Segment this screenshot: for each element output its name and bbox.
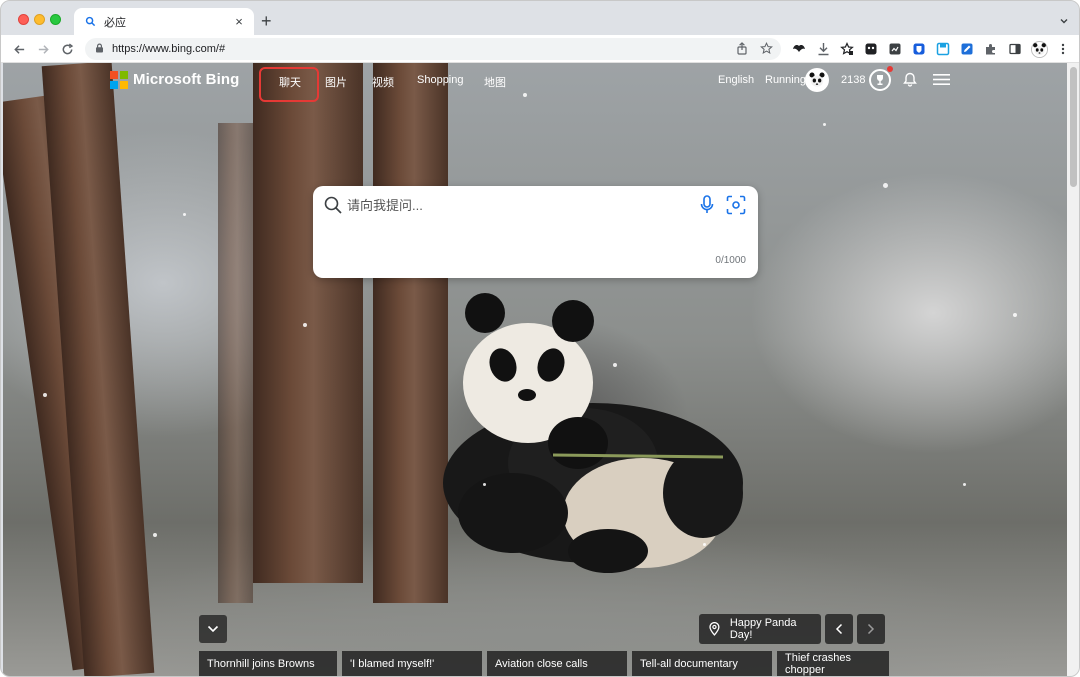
tab-strip: 必应 × + [1, 1, 1079, 35]
bing-brand[interactable]: Microsoft Bing [133, 71, 239, 88]
rewards-trophy-icon[interactable] [869, 69, 891, 91]
image-caption: Happy Panda Day! [729, 617, 797, 641]
nav-maps[interactable]: 地图 [484, 74, 506, 90]
tab-search-chevron-icon[interactable] [1059, 13, 1069, 31]
image-info-button[interactable]: Happy Panda Day! [699, 614, 821, 644]
microphone-icon[interactable] [700, 195, 714, 220]
bookmark-star-icon[interactable] [760, 41, 773, 60]
previous-image-button[interactable] [825, 614, 853, 644]
rewards-points[interactable]: 2138 [841, 74, 865, 86]
save-extension-icon[interactable] [935, 41, 951, 57]
ghost-extension-icon[interactable] [863, 41, 879, 57]
browser-window: 必应 × + https://www.bing.com/# Microsoft … [0, 0, 1080, 677]
download-icon[interactable] [815, 41, 831, 57]
nav-shopping[interactable]: Shopping [417, 74, 464, 86]
next-image-button[interactable] [857, 614, 885, 644]
news-card[interactable]: Aviation close calls [487, 651, 627, 676]
camera-extension-icon[interactable] [887, 41, 903, 57]
chevron-right-icon [867, 623, 875, 635]
bitwarden-shield-icon[interactable] [911, 41, 927, 57]
news-card[interactable]: 'I blamed myself!' [342, 651, 482, 676]
bing-header: Microsoft Bing 聊天 图片 视频 Shopping 地图 Engl… [3, 63, 1067, 102]
visual-search-icon[interactable] [726, 195, 746, 220]
maximize-window-button[interactable] [50, 14, 61, 25]
puzzle-extensions-icon[interactable] [983, 41, 999, 57]
reload-icon[interactable] [59, 41, 75, 57]
extension-mask-icon[interactable] [791, 41, 807, 57]
side-panel-icon[interactable] [1007, 41, 1023, 57]
forward-arrow-icon[interactable] [35, 41, 51, 57]
bell-icon[interactable] [903, 72, 917, 92]
close-tab-icon[interactable]: × [232, 14, 246, 29]
language-switch[interactable]: English [718, 74, 754, 86]
bing-homepage: Microsoft Bing 聊天 图片 视频 Shopping 地图 Engl… [3, 63, 1067, 676]
expand-feed-button[interactable] [199, 615, 227, 643]
news-card[interactable]: Tell-all documentary [632, 651, 772, 676]
search-input[interactable] [347, 195, 687, 215]
minimize-window-button[interactable] [34, 14, 45, 25]
new-tab-button[interactable]: + [261, 11, 272, 31]
character-counter: 0/1000 [715, 255, 746, 266]
news-card[interactable]: Thornhill joins Browns [199, 651, 337, 676]
chat-search-box: 0/1000 [313, 186, 758, 278]
back-arrow-icon[interactable] [11, 41, 27, 57]
notification-dot [887, 66, 893, 72]
browser-menu-icon[interactable] [1055, 41, 1071, 57]
nav-images[interactable]: 图片 [325, 74, 347, 90]
close-window-button[interactable] [18, 14, 29, 25]
microsoft-logo-icon[interactable] [110, 71, 128, 89]
user-name[interactable]: Running [765, 74, 806, 86]
starred-extension-icon[interactable] [839, 41, 855, 57]
lock-icon[interactable] [95, 40, 104, 58]
user-avatar-icon[interactable] [805, 68, 829, 92]
chevron-left-icon [835, 623, 843, 635]
chevron-down-icon [207, 625, 219, 633]
news-card[interactable]: Thief crashes chopper [777, 651, 889, 676]
url-text: https://www.bing.com/# [112, 43, 226, 55]
nav-videos[interactable]: 视频 [372, 74, 394, 90]
browser-toolbar: https://www.bing.com/# [1, 35, 1079, 63]
tab-title: 必应 [104, 16, 126, 29]
search-icon [324, 196, 342, 219]
profile-avatar-icon[interactable] [1030, 40, 1048, 58]
annotation-highlight-box [259, 67, 319, 102]
edit-extension-icon[interactable] [959, 41, 975, 57]
address-bar[interactable]: https://www.bing.com/# [85, 38, 781, 60]
search-favicon-icon [84, 16, 96, 28]
hamburger-menu-icon[interactable] [933, 73, 950, 91]
panda-illustration [443, 293, 743, 573]
share-icon[interactable] [736, 42, 748, 60]
scrollbar-thumb[interactable] [1070, 67, 1077, 187]
page-scrollbar[interactable] [1067, 63, 1079, 676]
location-pin-icon [709, 622, 720, 636]
active-tab[interactable]: 必应 × [74, 8, 254, 35]
